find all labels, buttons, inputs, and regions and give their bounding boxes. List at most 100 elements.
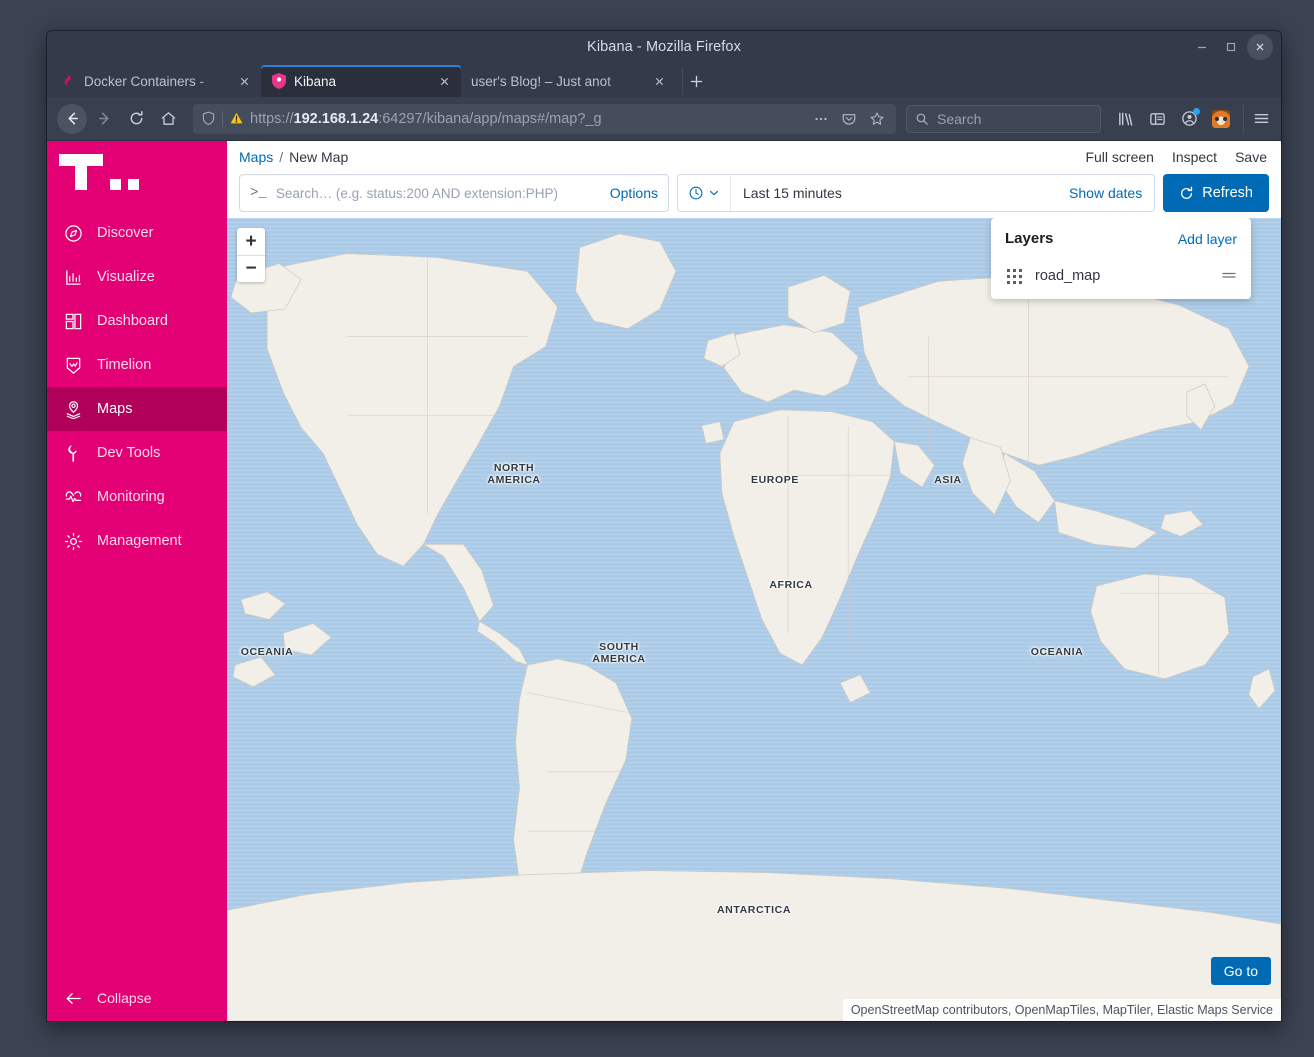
- sidebar-item-dashboard[interactable]: Dashboard: [47, 299, 227, 343]
- breadcrumb-separator: /: [279, 148, 284, 165]
- library-icon[interactable]: [1111, 105, 1139, 133]
- sidebar-nav-list: Discover Visualize Dashboard Timelion Ma…: [47, 211, 227, 563]
- map-attribution: OpenStreetMap contributors, OpenMapTiles…: [842, 999, 1281, 1021]
- sidebar-item-visualize[interactable]: Visualize: [47, 255, 227, 299]
- drag-handle-icon[interactable]: [1221, 268, 1237, 285]
- sidebar-item-label: Maps: [97, 401, 133, 417]
- show-dates-button[interactable]: Show dates: [1069, 185, 1154, 201]
- minimize-window-button[interactable]: [1189, 34, 1215, 60]
- maps-top-actions: Full screen Inspect Save: [1085, 149, 1267, 165]
- firefox-window: Kibana - Mozilla Firefox Docker Containe…: [46, 30, 1282, 1022]
- breadcrumb-current: New Map: [289, 148, 349, 165]
- query-search-input[interactable]: >_ Search… (e.g. status:200 AND extensio…: [239, 174, 669, 212]
- goto-button[interactable]: Go to: [1210, 957, 1271, 985]
- kibana-sidebar: Discover Visualize Dashboard Timelion Ma…: [47, 141, 227, 1021]
- desktop-background: Kibana - Mozilla Firefox Docker Containe…: [0, 0, 1314, 1057]
- bar-chart-icon: [63, 267, 83, 287]
- query-prompt-icon: >_: [250, 185, 267, 201]
- query-bar: >_ Search… (e.g. status:200 AND extensio…: [227, 172, 1281, 218]
- browser-tab-blog[interactable]: user's Blog! – Just anot: [461, 65, 676, 97]
- save-button[interactable]: Save: [1235, 149, 1267, 165]
- time-range-value[interactable]: Last 15 minutes: [743, 185, 842, 201]
- browser-toolbar-icons: [1103, 104, 1271, 133]
- profile-avatar-icon[interactable]: [1207, 105, 1235, 133]
- time-picker[interactable]: Last 15 minutes Show dates: [677, 174, 1156, 212]
- home-icon[interactable]: [153, 104, 183, 134]
- tab-label: user's Blog! – Just anot: [471, 73, 611, 89]
- close-tab-button[interactable]: [650, 72, 668, 90]
- browser-tab-kibana[interactable]: Kibana: [261, 65, 461, 97]
- zoom-in-button[interactable]: +: [237, 228, 265, 255]
- close-tab-button[interactable]: [235, 72, 253, 90]
- sidebar-item-label: Management: [97, 533, 182, 549]
- sidebar-collapse-button[interactable]: Collapse: [47, 975, 227, 1021]
- grid-tiles-icon: [1005, 267, 1023, 285]
- gear-icon: [63, 531, 83, 551]
- search-icon: [915, 112, 929, 126]
- inspect-button[interactable]: Inspect: [1172, 149, 1217, 165]
- sidebar-icon[interactable]: [1143, 105, 1171, 133]
- t-mobile-logo[interactable]: [47, 141, 227, 203]
- kibana-app: Discover Visualize Dashboard Timelion Ma…: [47, 141, 1281, 1021]
- reload-icon[interactable]: [121, 104, 151, 134]
- chevron-down-icon: [710, 190, 718, 196]
- sidebar-item-label: Visualize: [97, 269, 155, 285]
- account-notification-dot: [1193, 107, 1200, 115]
- menu-icon[interactable]: [1243, 104, 1271, 133]
- timelion-icon: [63, 355, 83, 375]
- layer-list-item[interactable]: road_map: [1005, 267, 1237, 285]
- sidebar-item-management[interactable]: Management: [47, 519, 227, 563]
- maximize-window-button[interactable]: [1218, 34, 1244, 60]
- window-controls: [1189, 31, 1273, 63]
- back-icon[interactable]: [57, 103, 87, 134]
- dashboard-icon: [63, 311, 83, 331]
- sidebar-item-timelion[interactable]: Timelion: [47, 343, 227, 387]
- browser-search-input[interactable]: Search: [906, 104, 1101, 133]
- close-tab-button[interactable]: [435, 72, 453, 90]
- tracking-protection-shield-icon[interactable]: [201, 111, 216, 126]
- close-window-button[interactable]: [1247, 34, 1273, 60]
- sidebar-item-discover[interactable]: Discover: [47, 211, 227, 255]
- sidebar-item-label: Timelion: [97, 357, 152, 373]
- maps-top-bar: Maps / New Map Full screen Inspect Save: [227, 141, 1281, 172]
- address-bar[interactable]: https://192.168.1.24:64297/kibana/app/ma…: [193, 103, 896, 134]
- clock-icon[interactable]: [688, 185, 730, 201]
- page-actions-icon[interactable]: [810, 108, 832, 130]
- full-screen-button[interactable]: Full screen: [1085, 149, 1153, 165]
- map-canvas[interactable]: + − Layers Add layer road_map Go to Open…: [227, 218, 1281, 1021]
- layers-panel: Layers Add layer road_map: [991, 218, 1251, 299]
- sidebar-item-label: Monitoring: [97, 489, 165, 505]
- browser-tab-docker[interactable]: Docker Containers -: [51, 65, 261, 97]
- tab-strip: Docker Containers - Kibana user's Blog! …: [47, 63, 1281, 97]
- sidebar-item-label: Dashboard: [97, 313, 168, 329]
- add-layer-button[interactable]: Add layer: [1178, 231, 1237, 247]
- kibana-favicon: [271, 73, 287, 89]
- sidebar-item-maps[interactable]: Maps: [47, 387, 227, 431]
- sidebar-item-label: Discover: [97, 225, 154, 241]
- sidebar-item-monitoring[interactable]: Monitoring: [47, 475, 227, 519]
- query-search-placeholder: Search… (e.g. status:200 AND extension:P…: [275, 185, 558, 201]
- arrow-left-icon: [63, 988, 83, 1008]
- new-tab-button[interactable]: [682, 67, 710, 95]
- breadcrumb: Maps / New Map: [239, 149, 348, 165]
- tab-label: Docker Containers -: [84, 73, 205, 89]
- layers-panel-title: Layers: [1005, 230, 1054, 247]
- wrench-icon: [63, 443, 83, 463]
- zoom-out-button[interactable]: −: [237, 255, 265, 282]
- insecure-connection-warning-icon[interactable]: [229, 111, 244, 126]
- time-picker-divider: [730, 175, 731, 211]
- sidebar-item-dev-tools[interactable]: Dev Tools: [47, 431, 227, 475]
- refresh-button[interactable]: Refresh: [1163, 174, 1269, 212]
- world-landmass: [227, 233, 1281, 1021]
- bookmark-star-icon[interactable]: [866, 108, 888, 130]
- pocket-icon[interactable]: [838, 108, 860, 130]
- sidebar-item-label: Dev Tools: [97, 445, 161, 461]
- account-icon[interactable]: [1175, 105, 1203, 133]
- browser-navigation-bar: https://192.168.1.24:64297/kibana/app/ma…: [47, 97, 1281, 141]
- query-options-button[interactable]: Options: [610, 185, 658, 201]
- forward-icon[interactable]: [89, 104, 119, 134]
- search-placeholder: Search: [937, 110, 982, 127]
- window-titlebar: Kibana - Mozilla Firefox: [47, 31, 1281, 63]
- breadcrumb-maps-link[interactable]: Maps: [239, 149, 273, 165]
- refresh-label: Refresh: [1202, 185, 1253, 201]
